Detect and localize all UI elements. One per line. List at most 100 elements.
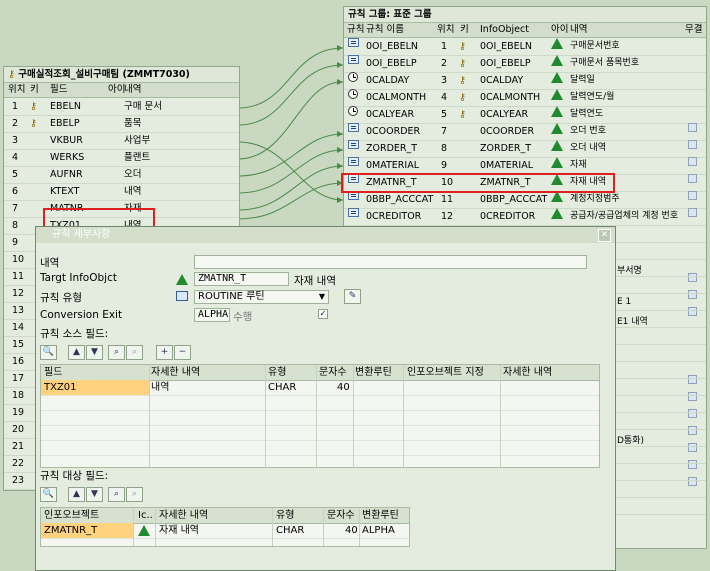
source-grid-row[interactable]: TXZ01 내역 CHAR 40	[41, 380, 599, 396]
rule-row[interactable]: 0OI_EBELP 2 ⚷ 0OI_EBELP 구매문서 품목번호	[344, 55, 706, 73]
target-grid-row[interactable]: ZMATNR_T 자재 내역 CHAR 40 ALPHA	[41, 523, 409, 539]
source-grid-empty-row	[41, 395, 599, 411]
direct-assignment-icon	[348, 123, 359, 132]
source-toolbar: 🔍 ▲ ▼ ⌕ ⌕ + −	[40, 343, 600, 363]
infoobject-icon	[551, 55, 563, 66]
source-field-row[interactable]: 4 WERKS 플랜트	[4, 149, 239, 167]
integrity-checkbox[interactable]	[688, 443, 697, 452]
integrity-checkbox[interactable]	[688, 392, 697, 401]
source-table-title: ⚷ 구매실적조회_설비구매팀 (ZMMT7030)	[4, 67, 239, 83]
key-icon: ⚷	[459, 41, 466, 52]
source-grid-empty-row	[41, 425, 599, 441]
rule-row[interactable]: 0CREDITOR 12 0CREDITOR 공급자/공급업체의 계정 번호	[344, 208, 706, 226]
infoobject-icon	[176, 274, 188, 285]
rule-row[interactable]: 0CALMONTH 4 ⚷ 0CALMONTH 달력연도/월	[344, 89, 706, 107]
key-icon: ⚷	[459, 75, 466, 86]
integrity-checkbox[interactable]	[688, 123, 697, 132]
direct-assignment-icon	[348, 208, 359, 217]
source-grid-header: 필드 자세한 내역 유형 문자수 변환루틴 인포오브젝트 지정 자세한 내역	[41, 365, 599, 381]
integrity-checkbox[interactable]	[688, 460, 697, 469]
infoobject-icon	[551, 89, 563, 100]
infoobject-icon	[551, 157, 563, 168]
time-icon	[348, 106, 358, 116]
table-icon: ⚷	[8, 69, 15, 80]
find-button[interactable]: ⌕	[108, 487, 125, 502]
time-icon	[348, 89, 358, 99]
key-icon: ⚷	[459, 58, 466, 69]
formula-icon	[176, 291, 188, 301]
sort-descending-button[interactable]: ▼	[86, 345, 103, 360]
integrity-checkbox[interactable]	[688, 426, 697, 435]
infoobject-icon	[551, 72, 563, 83]
key-icon: ⚷	[459, 109, 466, 120]
direct-assignment-icon	[348, 55, 359, 64]
details-button[interactable]: 🔍	[40, 345, 57, 360]
integrity-checkbox[interactable]	[688, 208, 697, 217]
target-fields-label: 규칙 대상 필드:	[40, 470, 109, 482]
rule-row[interactable]: 0CALDAY 3 ⚷ 0CALDAY 달력일	[344, 72, 706, 90]
sort-ascending-button[interactable]: ▲	[68, 487, 85, 502]
source-field-row[interactable]: 2 ⚷ EBELP 품목	[4, 115, 239, 133]
integrity-checkbox[interactable]	[688, 273, 697, 282]
target-fields-grid: 인포오브젝트 Ic.. 자세한 내역 유형 문자수 변환루틴 ZMATNR_T …	[40, 507, 410, 547]
find-next-button[interactable]: ⌕	[126, 487, 143, 502]
source-field-row[interactable]: 1 ⚷ EBELN 구매 문서	[4, 98, 239, 116]
integrity-checkbox[interactable]	[688, 477, 697, 486]
rule-row-desc-partial: 부서명	[617, 266, 642, 276]
integrity-checkbox[interactable]	[688, 140, 697, 149]
conversion-exec-checkbox[interactable]: ✓	[318, 309, 328, 319]
source-field-row[interactable]: 3 VKBUR 사업부	[4, 132, 239, 150]
rule-row[interactable]: 0COORDER 7 0COORDER 오더 번호	[344, 123, 706, 141]
insert-row-button[interactable]: +	[156, 345, 173, 360]
source-fields-label: 규칙 소스 필드:	[40, 328, 109, 340]
target-infoobject-field[interactable]: ZMATNR_T	[194, 272, 289, 286]
source-field-row[interactable]: 5 AUFNR 오더	[4, 166, 239, 184]
infoobject-icon	[551, 38, 563, 49]
target-infoobject-label: Targt InfoObjct	[40, 272, 117, 284]
direct-assignment-icon	[348, 157, 359, 166]
key-icon: ⚷	[30, 101, 37, 112]
source-grid-empty-row	[41, 440, 599, 456]
infoobject-icon	[551, 106, 563, 117]
integrity-checkbox[interactable]	[688, 191, 697, 200]
integrity-checkbox[interactable]	[688, 174, 697, 183]
key-icon: ⚷	[30, 118, 37, 129]
description-input[interactable]	[194, 255, 587, 269]
integrity-checkbox[interactable]	[688, 157, 697, 166]
delete-row-button[interactable]: −	[174, 345, 191, 360]
dialog-titlebar: 규칙 세부사항 ✕	[36, 227, 615, 243]
find-next-button[interactable]: ⌕	[126, 345, 143, 360]
conversion-exit-field[interactable]: ALPHA	[194, 308, 230, 322]
rule-type-select[interactable]: ROUTINE 루틴 ▼	[194, 290, 329, 304]
direct-assignment-icon	[348, 140, 359, 149]
direct-assignment-icon	[348, 38, 359, 47]
details-button[interactable]: 🔍	[40, 487, 57, 502]
rule-group-header: 규칙 규칙 이름 위치 키 InfoObject 아이 내역 무결	[344, 23, 706, 38]
time-icon	[348, 72, 358, 82]
sort-descending-button[interactable]: ▼	[86, 487, 103, 502]
target-toolbar: 🔍 ▲ ▼ ⌕ ⌕	[40, 485, 240, 505]
rule-row[interactable]: 0BBP_ACCCAT 11 0BBP_ACCCAT 계정지정범주	[344, 191, 706, 209]
source-table-header: 위치 키 필드 아이 내역	[4, 83, 239, 98]
rule-row[interactable]: ZORDER_T 8 ZORDER_T 오더 내역	[344, 140, 706, 158]
source-field-row[interactable]: 6 KTEXT 내역	[4, 183, 239, 201]
rule-row[interactable]: 0OI_EBELN 1 ⚷ 0OI_EBELN 구매문서번호	[344, 38, 706, 56]
rule-row-desc-partial: E1 내역	[617, 317, 648, 327]
rule-row[interactable]: 0CALYEAR 5 ⚷ 0CALYEAR 달력연도	[344, 106, 706, 124]
integrity-checkbox[interactable]	[688, 290, 697, 299]
infoobject-icon	[551, 208, 563, 219]
target-infoobject-desc: 자재 내역	[294, 275, 336, 287]
integrity-checkbox[interactable]	[688, 375, 697, 384]
edit-routine-button[interactable]: ✎	[344, 289, 361, 304]
integrity-checkbox[interactable]	[688, 409, 697, 418]
rule-type-label: 규칙 유형	[40, 292, 82, 304]
integrity-checkbox[interactable]	[688, 307, 697, 316]
close-icon[interactable]: ✕	[598, 229, 611, 242]
highlight-target-rule	[341, 173, 615, 193]
target-grid-header: 인포오브젝트 Ic.. 자세한 내역 유형 문자수 변환루틴	[41, 508, 409, 524]
source-fields-grid: 필드 자세한 내역 유형 문자수 변환루틴 인포오브젝트 지정 자세한 내역 T…	[40, 364, 600, 468]
sort-ascending-button[interactable]: ▲	[68, 345, 85, 360]
find-button[interactable]: ⌕	[108, 345, 125, 360]
infoobject-icon	[138, 525, 150, 536]
rule-group-title: 규칙 그룹: 표준 그룹	[344, 7, 706, 23]
